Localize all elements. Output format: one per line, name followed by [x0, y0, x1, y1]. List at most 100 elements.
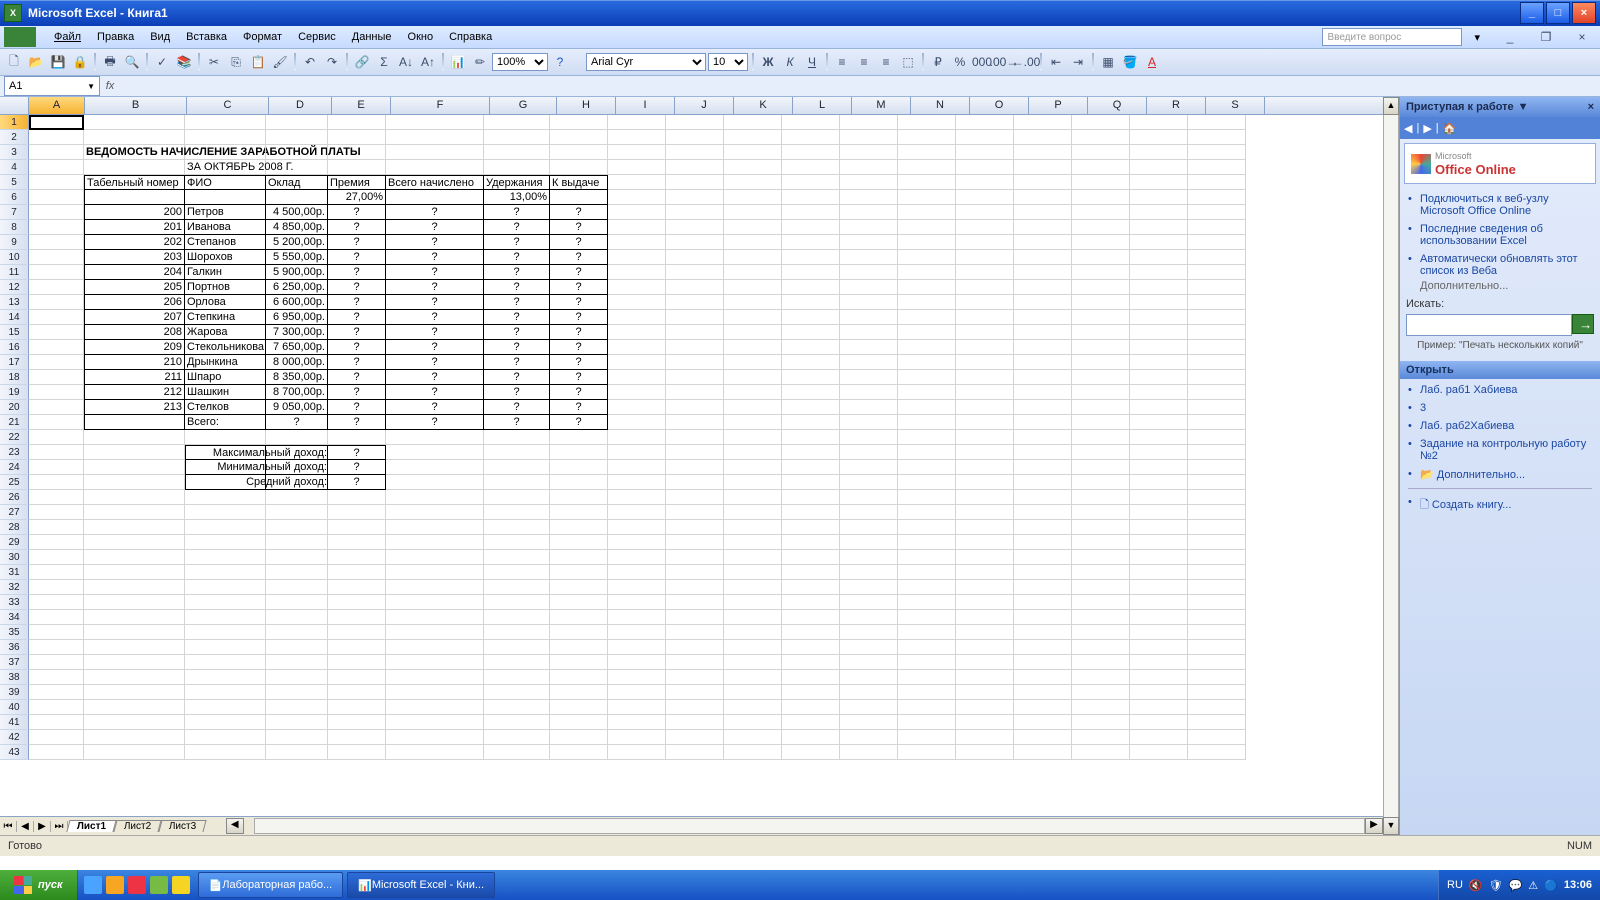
cell[interactable] [724, 175, 782, 190]
cell[interactable] [1014, 280, 1072, 295]
cell[interactable] [185, 565, 266, 580]
cell[interactable] [1014, 565, 1072, 580]
cell[interactable] [1072, 415, 1130, 430]
cell[interactable] [1130, 415, 1188, 430]
tray-icon-5[interactable]: 🔵 [1544, 879, 1558, 892]
cell[interactable] [782, 295, 840, 310]
cell[interactable] [956, 370, 1014, 385]
cell[interactable] [266, 595, 328, 610]
cell[interactable] [840, 175, 898, 190]
tab-nav-last-icon[interactable]: ⏭ [51, 821, 68, 832]
cell[interactable] [666, 535, 724, 550]
row-header[interactable]: 23 [0, 445, 29, 460]
cell[interactable] [1072, 475, 1130, 490]
cell[interactable] [386, 580, 484, 595]
cell[interactable]: 203 [84, 250, 185, 265]
decrease-indent-icon[interactable]: ⇤ [1046, 52, 1066, 72]
cell[interactable] [608, 655, 666, 670]
cell[interactable] [484, 475, 550, 490]
cell[interactable] [724, 220, 782, 235]
cell[interactable] [29, 535, 84, 550]
cell[interactable] [1130, 520, 1188, 535]
cell[interactable] [84, 445, 185, 460]
cell[interactable]: Всего начислено [386, 175, 484, 190]
cell[interactable] [898, 730, 956, 745]
select-all-corner[interactable] [0, 97, 29, 114]
cell[interactable]: ? [328, 235, 386, 250]
row-header[interactable]: 43 [0, 745, 29, 760]
cell[interactable]: 8 350,00р. [266, 370, 328, 385]
cell[interactable] [666, 205, 724, 220]
scroll-down-icon[interactable]: ▼ [1383, 817, 1399, 835]
cell[interactable] [1072, 520, 1130, 535]
cell[interactable] [29, 310, 84, 325]
percent-icon[interactable]: % [950, 52, 970, 72]
cell[interactable] [608, 565, 666, 580]
cell[interactable]: ? [386, 355, 484, 370]
cell[interactable] [484, 130, 550, 145]
cell[interactable] [1014, 340, 1072, 355]
doc-close-button[interactable]: × [1564, 25, 1600, 49]
cell[interactable]: Удержания [484, 175, 550, 190]
cell[interactable] [840, 355, 898, 370]
cell[interactable] [608, 190, 666, 205]
cell[interactable] [782, 175, 840, 190]
cell[interactable]: ? [550, 370, 608, 385]
cell[interactable] [1188, 370, 1246, 385]
cell[interactable] [484, 550, 550, 565]
cell[interactable]: Петров [185, 205, 266, 220]
cell[interactable] [185, 670, 266, 685]
cell[interactable] [266, 610, 328, 625]
doc-restore-button[interactable]: ❐ [1528, 25, 1564, 49]
cell[interactable] [1072, 430, 1130, 445]
cell[interactable] [29, 505, 84, 520]
cell[interactable] [1188, 205, 1246, 220]
menu-help[interactable]: Справка [441, 29, 500, 45]
row-header[interactable]: 35 [0, 625, 29, 640]
cell[interactable] [1188, 715, 1246, 730]
cell[interactable] [550, 475, 608, 490]
cell[interactable] [782, 490, 840, 505]
cell[interactable] [266, 730, 328, 745]
cell[interactable]: 209 [84, 340, 185, 355]
cell[interactable] [29, 370, 84, 385]
cell[interactable] [1130, 445, 1188, 460]
cell[interactable] [29, 460, 84, 475]
cell[interactable] [724, 190, 782, 205]
cell[interactable] [956, 670, 1014, 685]
cell[interactable] [898, 250, 956, 265]
merge-icon[interactable]: ⬚ [898, 52, 918, 72]
cell[interactable]: 5 200,00р. [266, 235, 328, 250]
cell[interactable] [956, 595, 1014, 610]
cell[interactable] [1014, 745, 1072, 760]
cell[interactable] [1188, 505, 1246, 520]
cell[interactable]: 4 500,00р. [266, 205, 328, 220]
cell[interactable] [29, 385, 84, 400]
cell[interactable] [550, 730, 608, 745]
cell[interactable] [84, 655, 185, 670]
cell[interactable] [840, 610, 898, 625]
cell[interactable] [1014, 190, 1072, 205]
cell[interactable] [898, 295, 956, 310]
cell[interactable]: Табельный номер [84, 175, 185, 190]
cell[interactable] [666, 595, 724, 610]
cell[interactable] [898, 220, 956, 235]
cell[interactable] [782, 535, 840, 550]
taskpane-forward-icon[interactable]: ▶ [1423, 122, 1431, 135]
row-header[interactable]: 6 [0, 190, 29, 205]
cell[interactable] [1130, 430, 1188, 445]
tray-clock[interactable]: 13:06 [1564, 879, 1592, 891]
cell[interactable]: ? [550, 280, 608, 295]
cell[interactable] [1072, 550, 1130, 565]
cell[interactable] [724, 250, 782, 265]
cell[interactable] [666, 355, 724, 370]
row-header[interactable]: 7 [0, 205, 29, 220]
cell[interactable] [956, 115, 1014, 130]
cell[interactable] [666, 175, 724, 190]
cell[interactable] [1130, 355, 1188, 370]
cell[interactable] [724, 385, 782, 400]
cell[interactable] [1072, 625, 1130, 640]
cell[interactable] [1188, 730, 1246, 745]
cell[interactable] [386, 730, 484, 745]
menu-window[interactable]: Окно [400, 29, 442, 45]
